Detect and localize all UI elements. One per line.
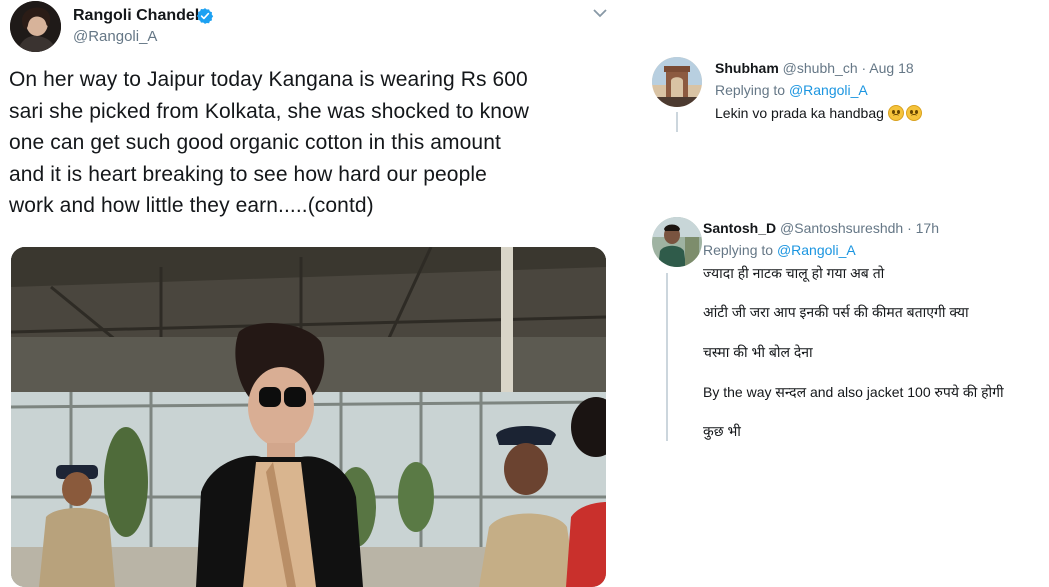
- reply-text-line: ज्यादा ही नाटक चालू हो गया अब तो: [703, 265, 885, 281]
- thread-line: [676, 112, 678, 132]
- reply-avatar[interactable]: [652, 217, 702, 267]
- india-gate-avatar-icon: [652, 57, 702, 107]
- reply-tweet[interactable]: Santosh_D @Santoshsureshdh · 17h Replyin…: [640, 200, 1049, 570]
- verified-badge-icon: [196, 8, 214, 24]
- author-avatar[interactable]: [10, 1, 61, 52]
- reply-header: Shubham @shubh_ch · Aug 18: [715, 60, 914, 76]
- reply-tweet[interactable]: Shubham @shubh_ch · Aug 18 Replying to @…: [640, 0, 1049, 200]
- reply-text: Lekin vo prada ka handbag: [715, 105, 922, 121]
- photo-airport-icon: [11, 247, 606, 587]
- column-divider: [622, 0, 623, 570]
- person-avatar-icon: [652, 217, 702, 267]
- reply-meta[interactable]: @shubh_ch · Aug 18: [783, 60, 914, 76]
- main-tweet: Rangoli Chandel @Rangoli_A On her way to…: [0, 0, 620, 587]
- tweet-text-line: work and how little they earn.....(contd…: [9, 194, 374, 217]
- tweet-text-line: and it is heart breaking to see how hard…: [9, 162, 487, 186]
- replying-to-mention[interactable]: @Rangoli_A: [777, 242, 856, 258]
- reply-text-line: By the way सन्दल and also jacket 100 रुप…: [703, 384, 1004, 400]
- avatar-photo-icon: [10, 1, 61, 52]
- author-handle[interactable]: @Rangoli_A: [73, 28, 157, 45]
- tweet-text: On her way to Jaipur today Kangana is we…: [9, 64, 609, 222]
- tweet-text-line: On her way to Jaipur today Kangana is we…: [9, 68, 528, 91]
- reply-text-line: कुछ भी: [703, 423, 741, 439]
- reply-author-name[interactable]: Santosh_D: [703, 220, 776, 236]
- reply-text-line: चस्मा की भी बोल देना: [703, 344, 813, 360]
- thread-line: [666, 273, 668, 441]
- reply-meta[interactable]: @Santoshsureshdh · 17h: [780, 220, 939, 236]
- replying-to-mention[interactable]: @Rangoli_A: [789, 82, 868, 98]
- author-name[interactable]: Rangoli Chandel: [73, 7, 199, 25]
- reply-text-line: आंटी जी जरा आप इनकी पर्स की कीमत बताएगी …: [703, 304, 969, 320]
- tweet-media-photo[interactable]: [11, 247, 606, 587]
- frowning-face-icon: [887, 105, 904, 121]
- replying-to-prefix: Replying to: [715, 82, 789, 98]
- replying-to-prefix: Replying to: [703, 242, 777, 258]
- reply-author-name[interactable]: Shubham: [715, 60, 779, 76]
- tweet-text-line: sari she picked from Kolkata, she was sh…: [9, 99, 530, 123]
- tweet-text-line: one can get such good organic cotton in …: [9, 131, 501, 154]
- replying-to: Replying to @Rangoli_A: [703, 242, 856, 258]
- reply-header: Santosh_D @Santoshsureshdh · 17h: [703, 220, 939, 236]
- replying-to: Replying to @Rangoli_A: [715, 82, 868, 98]
- reply-text-line: Lekin vo prada ka handbag: [715, 105, 884, 121]
- chevron-down-icon[interactable]: [593, 8, 607, 18]
- frowning-face-icon: [905, 105, 922, 121]
- reply-avatar[interactable]: [652, 57, 702, 107]
